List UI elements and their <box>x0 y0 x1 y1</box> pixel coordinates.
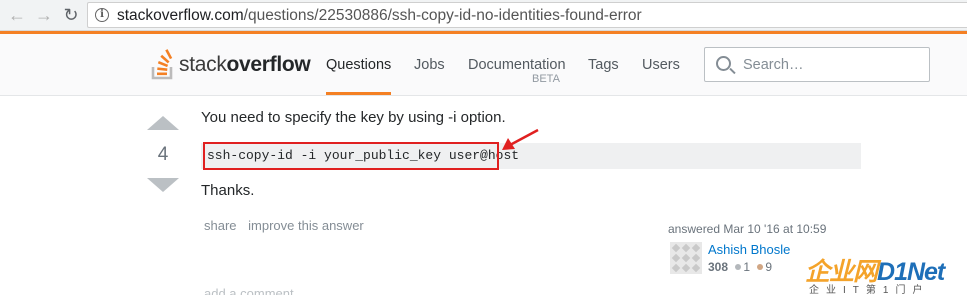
reputation-score: 308 <box>708 260 729 274</box>
downvote-arrow-icon[interactable] <box>147 178 179 192</box>
stack-logo-icon <box>151 49 173 80</box>
search-input[interactable] <box>743 54 923 76</box>
address-bar[interactable]: i stackoverflow.com/questions/22530886/s… <box>87 2 967 28</box>
watermark-logo: 企业网D1Net 企业IT第1门户 <box>805 252 967 295</box>
nav-documentation[interactable]: Documentation BETA <box>468 34 568 95</box>
answer-thanks-text: Thanks. <box>201 182 255 199</box>
silver-badge-count: 1 <box>743 260 751 274</box>
logo-wordmark: stackoverflow <box>179 53 311 77</box>
nav-jobs[interactable]: Jobs <box>414 34 445 95</box>
url-host: stackoverflow.com <box>117 7 244 24</box>
info-icon[interactable]: i <box>95 8 109 22</box>
search-icon <box>716 56 731 71</box>
silver-badge-icon <box>735 264 742 271</box>
add-comment-link[interactable]: add a comment <box>204 286 294 295</box>
avatar[interactable] <box>670 242 702 274</box>
user-name-link[interactable]: Ashish Bhosle <box>708 242 790 257</box>
reload-icon[interactable]: ↻ <box>60 4 82 26</box>
vote-count: 4 <box>157 144 169 165</box>
url-path: /questions/22530886/ssh-copy-id-no-ident… <box>243 7 642 24</box>
answered-timestamp: answered Mar 10 '16 at 10:59 <box>668 222 827 236</box>
post-menu: share improve this answer <box>204 218 372 233</box>
nav-documentation-label: Documentation <box>468 57 566 73</box>
site-header: stackoverflow Questions Jobs Documentati… <box>0 31 967 96</box>
nav-users[interactable]: Users <box>642 34 680 95</box>
annotation-arrow-icon <box>502 128 539 150</box>
logo-text-bold: overflow <box>226 53 311 76</box>
bronze-badge-count: 9 <box>765 260 773 274</box>
search-box[interactable] <box>704 47 930 82</box>
answer-intro-text: You need to specify the key by using -i … <box>201 109 506 126</box>
nav-tags[interactable]: Tags <box>588 34 619 95</box>
highlight-box <box>203 142 499 170</box>
user-stats: 308 1 9 <box>708 260 772 274</box>
share-link[interactable]: share <box>204 218 237 233</box>
beta-badge: BETA <box>532 73 560 85</box>
nav-questions[interactable]: Questions <box>326 34 392 95</box>
forward-arrow-icon[interactable]: → <box>33 4 55 26</box>
browser-toolbar: ← → ↻ i stackoverflow.com/questions/2253… <box>0 0 967 31</box>
site-logo[interactable]: stackoverflow <box>150 47 311 81</box>
url-text[interactable]: stackoverflow.com/questions/22530886/ssh… <box>117 7 642 25</box>
watermark-tagline: 企业IT第1门户 <box>809 285 930 295</box>
back-arrow-icon[interactable]: ← <box>6 4 28 26</box>
upvote-arrow-icon[interactable] <box>147 116 179 130</box>
improve-answer-link[interactable]: improve this answer <box>248 218 364 233</box>
bronze-badge-icon <box>757 264 764 271</box>
logo-text-light: stack <box>179 53 227 76</box>
